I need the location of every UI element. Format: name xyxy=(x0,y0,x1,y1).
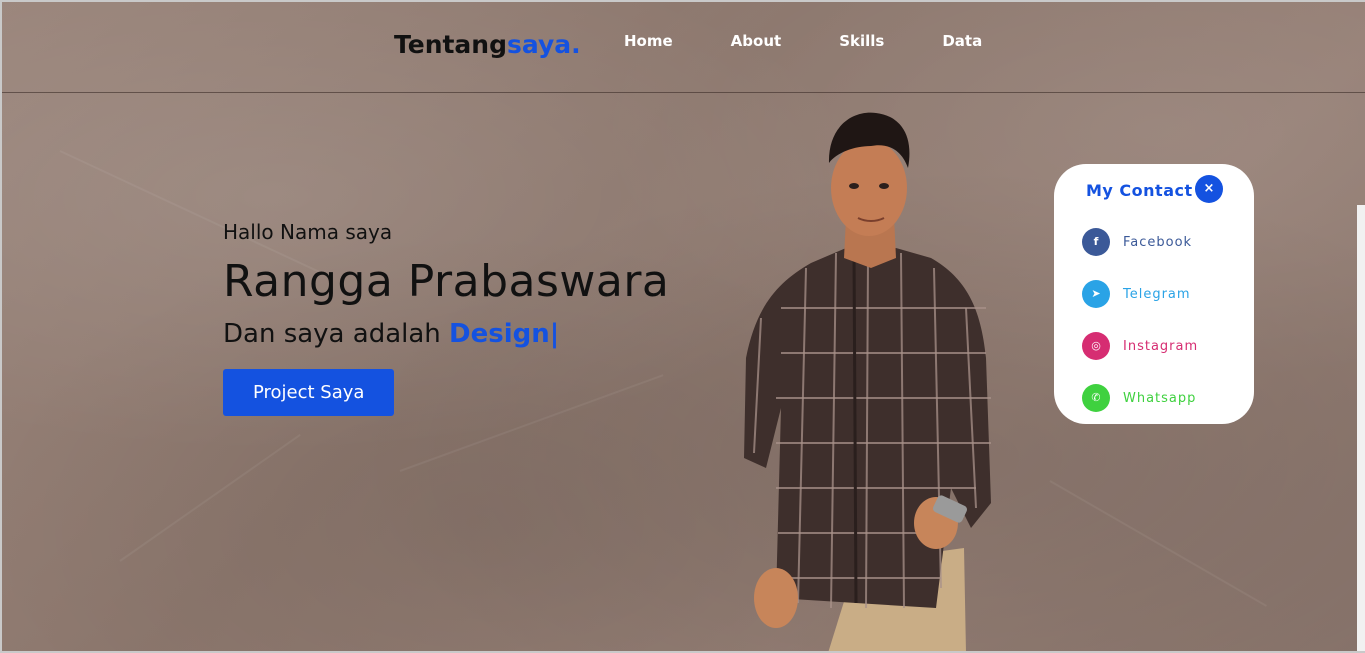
hero-section: Hallo Nama saya Rangga Prabaswara Dan sa… xyxy=(223,220,669,416)
contact-label-facebook: Facebook xyxy=(1123,234,1193,250)
nav-about[interactable]: About xyxy=(731,32,782,50)
contact-item-telegram[interactable]: ➤ Telegram xyxy=(1082,280,1191,308)
whatsapp-icon: ✆ xyxy=(1082,384,1110,412)
hero-role: Dan saya adalah Design| xyxy=(223,319,669,349)
telegram-icon: ➤ xyxy=(1082,280,1110,308)
hero-greeting: Hallo Nama saya xyxy=(223,220,393,244)
contact-panel: My Contact × f Facebook ➤ Telegram ◎ Ins… xyxy=(1054,164,1254,424)
profile-photo xyxy=(744,112,991,653)
contact-item-facebook[interactable]: f Facebook xyxy=(1082,228,1192,256)
project-button[interactable]: Project Saya xyxy=(223,369,395,416)
logo-accent: saya. xyxy=(507,30,581,59)
contact-item-instagram[interactable]: ◎ Instagram xyxy=(1082,332,1198,360)
role-prefix: Dan saya adalah xyxy=(223,319,450,349)
contact-item-whatsapp[interactable]: ✆ Whatsapp xyxy=(1082,384,1196,412)
instagram-icon: ◎ xyxy=(1082,332,1110,360)
nav-skills[interactable]: Skills xyxy=(839,32,884,50)
contact-label-instagram: Instagram xyxy=(1123,338,1199,354)
site-header: Tentangsaya. Home About Skills Data xyxy=(0,0,1365,93)
contact-label-whatsapp: Whatsapp xyxy=(1123,390,1197,406)
facebook-icon: f xyxy=(1082,228,1110,256)
hero-name: Rangga Prabaswara xyxy=(223,256,670,307)
nav-home[interactable]: Home xyxy=(624,32,673,50)
role-typed: Design| xyxy=(449,319,560,349)
site-logo[interactable]: Tentangsaya. xyxy=(394,30,581,59)
logo-text: Tentang xyxy=(394,30,508,59)
page-scrollbar[interactable] xyxy=(1357,205,1365,653)
close-icon[interactable]: × xyxy=(1195,175,1223,203)
contact-label-telegram: Telegram xyxy=(1123,286,1191,302)
main-nav: Home About Skills Data xyxy=(624,32,1040,50)
contact-title: My Contact xyxy=(1086,181,1193,200)
nav-data[interactable]: Data xyxy=(942,32,982,50)
